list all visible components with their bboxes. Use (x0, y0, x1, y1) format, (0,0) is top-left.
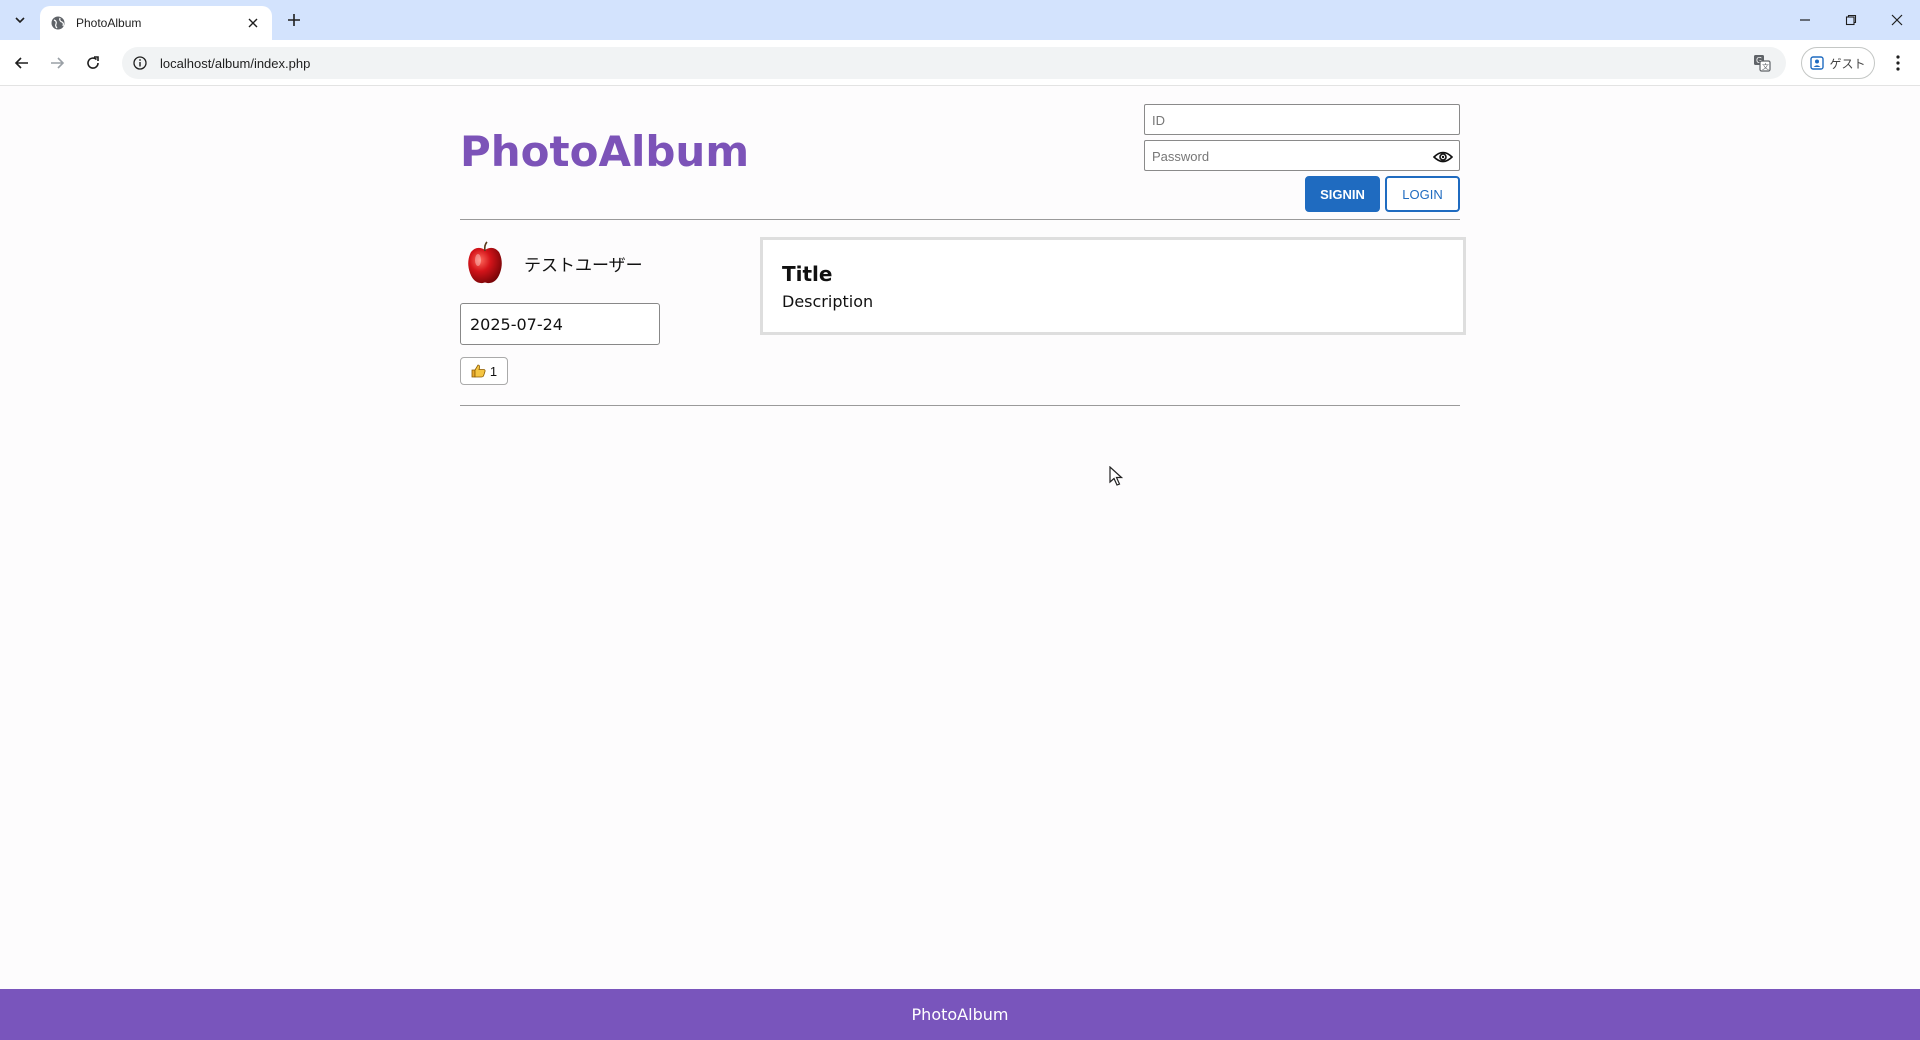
post-divider (460, 405, 1460, 406)
like-count: 1 (489, 363, 498, 379)
mouse-cursor-icon (1109, 466, 1123, 486)
url-text[interactable]: localhost/album/index.php (160, 56, 1750, 71)
footer-text: PhotoAlbum (911, 1005, 1009, 1024)
password-field[interactable]: Password (1144, 140, 1460, 171)
restore-icon[interactable] (1828, 0, 1874, 40)
arrow-right-icon[interactable] (45, 51, 69, 75)
tab-title: PhotoAlbum (76, 16, 142, 30)
thumbs-up-icon (471, 364, 486, 378)
close-icon[interactable] (244, 14, 262, 32)
header-divider (460, 219, 1460, 220)
reload-icon[interactable] (81, 51, 105, 75)
browser-tab-strip: PhotoAlbum (0, 0, 1920, 40)
minimize-icon[interactable] (1782, 0, 1828, 40)
card-title: Title (782, 262, 833, 286)
person-icon (1810, 56, 1825, 70)
like-button[interactable]: 1 (460, 357, 508, 385)
signin-button[interactable]: SIGNIN (1305, 176, 1380, 212)
chevron-down-icon[interactable] (8, 8, 32, 32)
password-placeholder: Password (1152, 149, 1210, 164)
login-form: ID Password SIGNIN LOGIN (1144, 104, 1460, 212)
plus-icon[interactable] (282, 8, 306, 32)
id-field[interactable]: ID (1144, 104, 1460, 135)
footer: PhotoAlbum (0, 989, 1920, 1040)
globe-icon (51, 16, 65, 30)
post-date: 2025-07-24 (460, 303, 660, 345)
browser-tab[interactable]: PhotoAlbum (40, 6, 272, 40)
browser-toolbar: localhost/album/index.php G文 ゲスト (0, 40, 1920, 86)
arrow-left-icon[interactable] (10, 51, 34, 75)
apple-icon (468, 241, 502, 284)
profile-button[interactable]: ゲスト (1801, 47, 1875, 79)
login-button[interactable]: LOGIN (1385, 176, 1460, 212)
svg-text:文: 文 (1762, 62, 1769, 71)
profile-label: ゲスト (1829, 56, 1866, 71)
username[interactable]: テストユーザー (524, 251, 643, 276)
site-title[interactable]: PhotoAlbum (460, 127, 749, 176)
address-bar[interactable]: localhost/album/index.php G文 (122, 47, 1786, 79)
more-vert-icon[interactable] (1886, 51, 1910, 75)
window-close-icon[interactable] (1874, 0, 1920, 40)
card-description: Description (782, 292, 874, 311)
info-icon[interactable] (130, 53, 150, 73)
post-card: Title Description (760, 237, 1466, 335)
eye-icon[interactable] (1433, 149, 1453, 165)
post-user: テストユーザー (466, 240, 643, 286)
translate-icon[interactable]: G文 (1750, 51, 1774, 75)
id-placeholder: ID (1152, 113, 1165, 128)
